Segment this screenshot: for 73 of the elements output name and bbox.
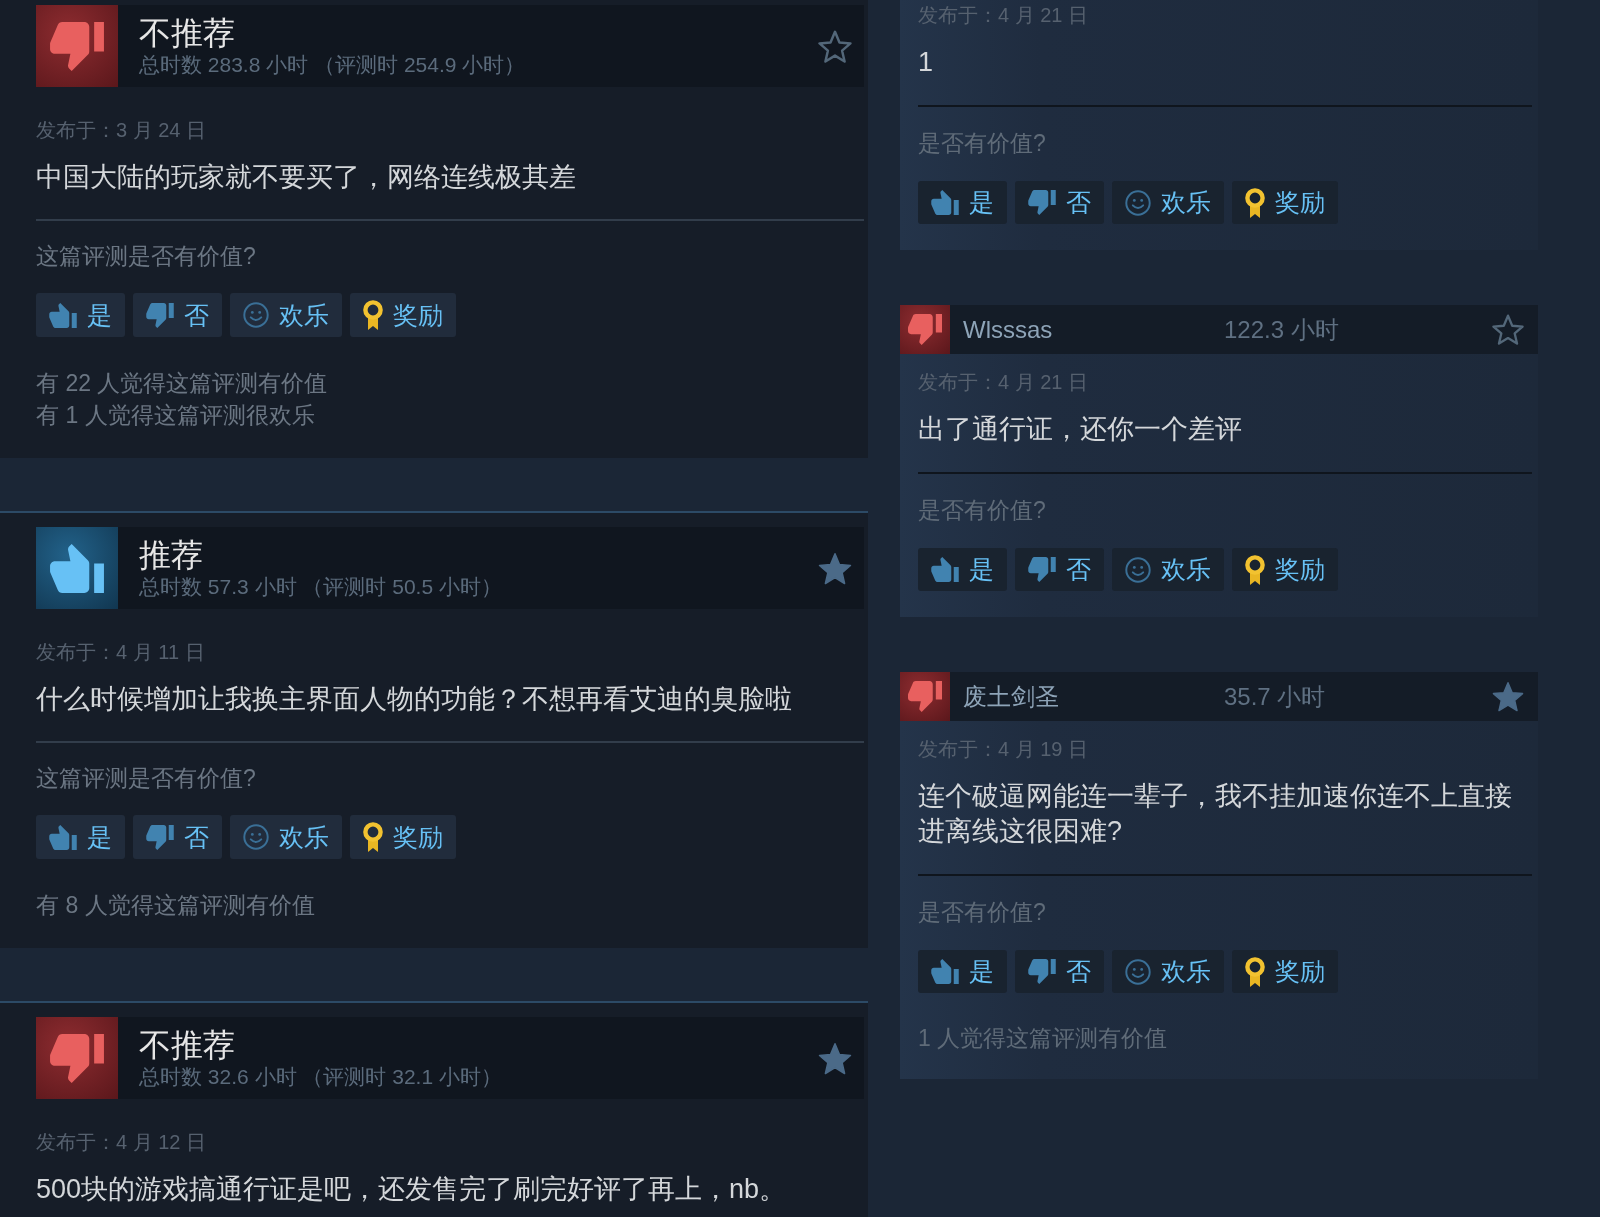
thumbs-up-icon xyxy=(49,302,77,328)
playtime-text: 总时数 283.8 小时 （评测时 254.9 小时） xyxy=(139,51,526,78)
star-icon[interactable] xyxy=(1492,681,1524,712)
playtime-text: 122.3 小时 xyxy=(1224,314,1340,345)
review-text: 什么时候增加让我换主界面人物的功能？不想再看艾迪的臭脸啦 xyxy=(36,683,793,716)
star-icon[interactable] xyxy=(1492,314,1524,345)
smiley-icon xyxy=(243,302,269,328)
award-ribbon-icon xyxy=(1245,554,1265,585)
yes-button[interactable]: 是 xyxy=(918,950,1007,993)
reviewer-name[interactable]: 废土剑圣 xyxy=(963,680,1224,713)
award-button[interactable]: 奖励 xyxy=(350,293,456,337)
award-button[interactable]: 奖励 xyxy=(350,815,456,859)
award-button[interactable]: 奖励 xyxy=(1232,548,1338,591)
star-icon[interactable] xyxy=(818,1041,852,1075)
yes-button[interactable]: 是 xyxy=(918,548,1007,591)
verdict-title: 不推荐 xyxy=(139,1026,235,1063)
no-button[interactable]: 否 xyxy=(1015,950,1104,993)
smiley-icon xyxy=(1125,958,1151,985)
smiley-icon xyxy=(243,824,269,850)
post-date: 发布于：4 月 12 日 xyxy=(36,1130,208,1154)
review-text: 连个破逼网能连一辈子，我不挂加速你连不上直接进离线这很困难? xyxy=(918,780,1513,848)
helpful-question: 是否有价值? xyxy=(918,898,1047,927)
verdict-title: 不推荐 xyxy=(139,14,235,51)
award-ribbon-icon xyxy=(363,822,383,852)
review-text: 中国大陆的玩家就不要买了，网络连线极其差 xyxy=(36,161,577,194)
helpful-question: 是否有价值? xyxy=(918,496,1047,525)
thumbs-down-icon xyxy=(146,824,174,850)
post-date: 发布于：4 月 11 日 xyxy=(36,640,206,664)
helpful-count: 1 人觉得这篇评测有价值 xyxy=(918,1024,1169,1053)
thumbs-up-icon xyxy=(931,557,959,582)
thumbs-down-icon xyxy=(1028,959,1056,984)
helpful-question: 这篇评测是否有价值? xyxy=(36,242,257,271)
yes-button[interactable]: 是 xyxy=(36,293,125,337)
award-button[interactable]: 奖励 xyxy=(1232,181,1338,224)
smiley-icon xyxy=(1125,556,1151,583)
playtime-text: 35.7 小时 xyxy=(1224,681,1327,712)
helpful-count: 有 1 人觉得这篇评测很欢乐 xyxy=(36,401,316,430)
funny-button[interactable]: 欢乐 xyxy=(230,293,342,337)
award-ribbon-icon xyxy=(1245,956,1265,987)
funny-button[interactable]: 欢乐 xyxy=(1112,548,1224,591)
helpful-count: 有 22 人觉得这篇评测有价值 xyxy=(36,369,329,398)
review-text: 500块的游戏搞通行证是吧，还发售完了刷完好评了再上，nb。 xyxy=(36,1173,788,1206)
award-button[interactable]: 奖励 xyxy=(1232,950,1338,993)
thumbs-down-icon xyxy=(1028,190,1056,215)
funny-button[interactable]: 欢乐 xyxy=(1112,950,1224,993)
verdict-title: 推荐 xyxy=(139,536,203,573)
thumbs-up-icon xyxy=(931,959,959,984)
award-ribbon-icon xyxy=(363,300,383,330)
smiley-icon xyxy=(1125,189,1151,216)
reviewer-name[interactable]: Wlsssas xyxy=(963,315,1224,344)
no-button[interactable]: 否 xyxy=(133,293,222,337)
no-button[interactable]: 否 xyxy=(133,815,222,859)
review-text: 出了通行证，还你一个差评 xyxy=(918,413,1243,446)
playtime-text: 总时数 32.6 小时 （评测时 32.1 小时） xyxy=(139,1063,502,1090)
yes-button[interactable]: 是 xyxy=(36,815,125,859)
helpful-question: 这篇评测是否有价值? xyxy=(36,764,257,793)
award-ribbon-icon xyxy=(1245,187,1265,218)
thumbs-up-icon xyxy=(49,824,77,850)
star-icon[interactable] xyxy=(818,29,852,63)
star-icon[interactable] xyxy=(818,551,852,585)
no-button[interactable]: 否 xyxy=(1015,548,1104,591)
yes-button[interactable]: 是 xyxy=(918,181,1007,224)
thumbs-up-icon xyxy=(931,190,959,215)
funny-button[interactable]: 欢乐 xyxy=(1112,181,1224,224)
no-button[interactable]: 否 xyxy=(1015,181,1104,224)
helpful-question: 是否有价值? xyxy=(918,129,1047,158)
helpful-count: 有 8 人觉得这篇评测有价值 xyxy=(36,891,316,920)
funny-button[interactable]: 欢乐 xyxy=(230,815,342,859)
thumbs-down-icon xyxy=(146,302,174,328)
thumbs-down-icon xyxy=(1028,557,1056,582)
post-date: 发布于：3 月 24 日 xyxy=(36,118,208,142)
playtime-text: 总时数 57.3 小时 （评测时 50.5 小时） xyxy=(139,573,502,600)
review-text: 1 xyxy=(918,46,935,79)
